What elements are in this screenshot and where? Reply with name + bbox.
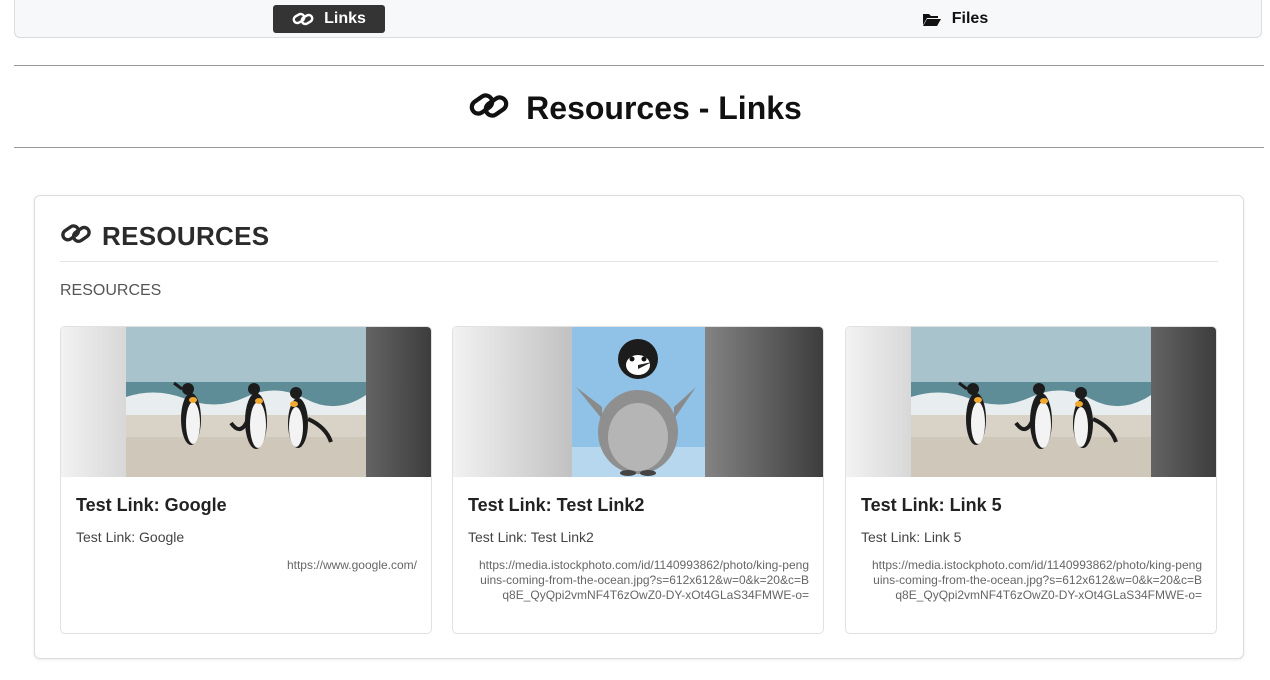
king-penguins-image — [911, 327, 1151, 477]
resource-card[interactable]: Test Link: Link 5 Test Link: Link 5 http… — [845, 326, 1217, 634]
card-description: Test Link: Test Link2 — [468, 529, 594, 545]
tab-bar: Links Files — [14, 0, 1262, 38]
panel-divider — [60, 261, 1218, 262]
panel-header: RESOURCES — [60, 218, 269, 254]
divider-top — [14, 65, 1264, 66]
king-penguins-image — [126, 327, 366, 477]
link-icon — [60, 221, 92, 252]
resource-card[interactable]: Test Link: Google Test Link: Google http… — [60, 326, 432, 634]
penguin-chick-image — [572, 327, 705, 477]
card-url[interactable]: https://www.google.com/ — [83, 558, 417, 573]
card-thumbnail[interactable] — [61, 327, 431, 477]
folder-open-icon — [922, 11, 942, 27]
panel-subheading: RESOURCES — [60, 282, 162, 299]
card-url[interactable]: https://media.istockphoto.com/id/1140993… — [868, 558, 1202, 603]
card-title[interactable]: Test Link: Test Link2 — [468, 495, 644, 516]
card-description: Test Link: Link 5 — [861, 529, 962, 545]
card-title[interactable]: Test Link: Link 5 — [861, 495, 1002, 516]
divider-bottom — [14, 147, 1264, 148]
tab-files[interactable]: Files — [905, 5, 1005, 33]
tab-links-label: Links — [324, 10, 366, 27]
link-icon — [468, 89, 510, 128]
resources-panel: RESOURCES RESOURCES Test Link: Google Te… — [34, 195, 1244, 659]
card-thumbnail[interactable] — [453, 327, 823, 477]
page-header: Resources - Links — [0, 86, 1270, 130]
panel-heading: RESOURCES — [102, 220, 270, 251]
card-description: Test Link: Google — [76, 529, 185, 545]
tab-files-label: Files — [951, 10, 989, 27]
link-icon — [292, 11, 314, 27]
card-title[interactable]: Test Link: Google — [76, 495, 227, 516]
card-thumbnail[interactable] — [846, 327, 1216, 477]
tab-links[interactable]: Links — [273, 5, 385, 33]
card-url[interactable]: https://media.istockphoto.com/id/1140993… — [475, 558, 809, 603]
resource-card[interactable]: Test Link: Test Link2 Test Link: Test Li… — [452, 326, 824, 634]
page-title: Resources - Links — [526, 89, 802, 126]
